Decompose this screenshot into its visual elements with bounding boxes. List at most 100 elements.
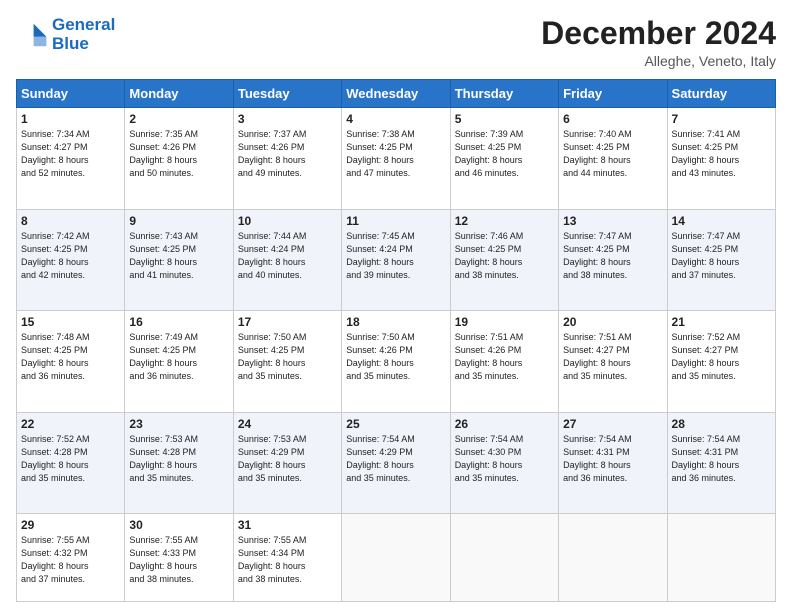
calendar-cell: 1Sunrise: 7:34 AMSunset: 4:27 PMDaylight… [17, 108, 125, 209]
cell-info: Sunrise: 7:54 AMSunset: 4:30 PMDaylight:… [455, 433, 554, 485]
calendar-cell: 15Sunrise: 7:48 AMSunset: 4:25 PMDayligh… [17, 311, 125, 412]
cell-info: Sunrise: 7:38 AMSunset: 4:25 PMDaylight:… [346, 128, 445, 180]
cell-info: Sunrise: 7:42 AMSunset: 4:25 PMDaylight:… [21, 230, 120, 282]
day-number: 19 [455, 315, 554, 329]
cell-info: Sunrise: 7:53 AMSunset: 4:29 PMDaylight:… [238, 433, 337, 485]
day-number: 6 [563, 112, 662, 126]
calendar-cell: 24Sunrise: 7:53 AMSunset: 4:29 PMDayligh… [233, 412, 341, 513]
header: General Blue December 2024 Alleghe, Vene… [16, 16, 776, 69]
calendar-cell: 22 Sunrise: 7:52 AMSunset: 4:28 PMDayligh… [17, 412, 125, 513]
cell-info: Sunrise: 7:54 AMSunset: 4:29 PMDaylight:… [346, 433, 445, 485]
cell-info: Sunrise: 7:40 AMSunset: 4:25 PMDaylight:… [563, 128, 662, 180]
cell-info: Sunrise: 7:41 AMSunset: 4:25 PMDaylight:… [672, 128, 771, 180]
logo-general: General [52, 15, 115, 34]
calendar-cell: 20 Sunrise: 7:51 AMSunset: 4:27 PMDayligh… [559, 311, 667, 412]
day-number: 31 [238, 518, 337, 532]
day-number: 17 [238, 315, 337, 329]
day-number: 15 [21, 315, 120, 329]
cell-info: Sunrise: 7:50 AMSunset: 4:26 PMDaylight:… [346, 331, 445, 383]
calendar-cell: 27 Sunrise: 7:54 AMSunset: 4:31 PMDayligh… [559, 412, 667, 513]
calendar-table: SundayMondayTuesdayWednesdayThursdayFrid… [16, 79, 776, 602]
calendar-cell [450, 514, 558, 602]
cell-info: Sunrise: 7:52 AMSunset: 4:28 PMDaylight:… [21, 433, 120, 485]
cell-info: Sunrise: 7:54 AMSunset: 4:31 PMDaylight:… [563, 433, 662, 485]
day-header-friday: Friday [559, 80, 667, 108]
cell-info: Sunrise: 7:35 AMSunset: 4:26 PMDaylight:… [129, 128, 228, 180]
day-header-tuesday: Tuesday [233, 80, 341, 108]
location: Alleghe, Veneto, Italy [541, 53, 776, 69]
day-number: 22 [21, 417, 120, 431]
cell-info: Sunrise: 7:37 AMSunset: 4:26 PMDaylight:… [238, 128, 337, 180]
calendar-cell: 28Sunrise: 7:54 AMSunset: 4:31 PMDayligh… [667, 412, 775, 513]
cell-info: Sunrise: 7:47 AMSunset: 4:25 PMDaylight:… [563, 230, 662, 282]
calendar-cell: 7 Sunrise: 7:41 AMSunset: 4:25 PMDaylight… [667, 108, 775, 209]
calendar-cell: 5 Sunrise: 7:39 AMSunset: 4:25 PMDaylight… [450, 108, 558, 209]
day-header-sunday: Sunday [17, 80, 125, 108]
calendar-cell: 18 Sunrise: 7:50 AMSunset: 4:26 PMDayligh… [342, 311, 450, 412]
cell-info: Sunrise: 7:55 AMSunset: 4:34 PMDaylight:… [238, 534, 337, 586]
day-number: 26 [455, 417, 554, 431]
day-number: 14 [672, 214, 771, 228]
calendar-cell: 16 Sunrise: 7:49 AMSunset: 4:25 PMDayligh… [125, 311, 233, 412]
calendar-cell: 3 Sunrise: 7:37 AMSunset: 4:26 PMDaylight… [233, 108, 341, 209]
page: General Blue December 2024 Alleghe, Vene… [0, 0, 792, 612]
cell-info: Sunrise: 7:55 AMSunset: 4:33 PMDaylight:… [129, 534, 228, 586]
calendar-cell [559, 514, 667, 602]
cell-info: Sunrise: 7:53 AMSunset: 4:28 PMDaylight:… [129, 433, 228, 485]
day-number: 16 [129, 315, 228, 329]
day-number: 29 [21, 518, 120, 532]
calendar-cell: 6 Sunrise: 7:40 AMSunset: 4:25 PMDaylight… [559, 108, 667, 209]
day-number: 20 [563, 315, 662, 329]
day-number: 10 [238, 214, 337, 228]
day-number: 11 [346, 214, 445, 228]
day-number: 23 [129, 417, 228, 431]
cell-info: Sunrise: 7:52 AMSunset: 4:27 PMDaylight:… [672, 331, 771, 383]
day-number: 12 [455, 214, 554, 228]
calendar-cell: 17 Sunrise: 7:50 AMSunset: 4:25 PMDayligh… [233, 311, 341, 412]
day-number: 27 [563, 417, 662, 431]
day-header-wednesday: Wednesday [342, 80, 450, 108]
calendar-cell: 21 Sunrise: 7:52 AMSunset: 4:27 PMDayligh… [667, 311, 775, 412]
day-number: 13 [563, 214, 662, 228]
calendar-cell: 19 Sunrise: 7:51 AMSunset: 4:26 PMDayligh… [450, 311, 558, 412]
logo: General Blue [16, 16, 115, 53]
cell-info: Sunrise: 7:49 AMSunset: 4:25 PMDaylight:… [129, 331, 228, 383]
cell-info: Sunrise: 7:50 AMSunset: 4:25 PMDaylight:… [238, 331, 337, 383]
calendar-cell [342, 514, 450, 602]
day-number: 21 [672, 315, 771, 329]
cell-info: Sunrise: 7:51 AMSunset: 4:27 PMDaylight:… [563, 331, 662, 383]
day-number: 3 [238, 112, 337, 126]
day-number: 5 [455, 112, 554, 126]
calendar-cell: 12 Sunrise: 7:46 AMSunset: 4:25 PMDayligh… [450, 209, 558, 310]
month-title: December 2024 [541, 16, 776, 51]
cell-info: Sunrise: 7:45 AMSunset: 4:24 PMDaylight:… [346, 230, 445, 282]
cell-info: Sunrise: 7:43 AMSunset: 4:25 PMDaylight:… [129, 230, 228, 282]
title-block: December 2024 Alleghe, Veneto, Italy [541, 16, 776, 69]
day-number: 1 [21, 112, 120, 126]
cell-info: Sunrise: 7:51 AMSunset: 4:26 PMDaylight:… [455, 331, 554, 383]
calendar-cell: 14 Sunrise: 7:47 AMSunset: 4:25 PMDayligh… [667, 209, 775, 310]
day-number: 7 [672, 112, 771, 126]
day-header-saturday: Saturday [667, 80, 775, 108]
cell-info: Sunrise: 7:46 AMSunset: 4:25 PMDaylight:… [455, 230, 554, 282]
calendar-cell: 8 Sunrise: 7:42 AMSunset: 4:25 PMDaylight… [17, 209, 125, 310]
calendar-cell: 29 Sunrise: 7:55 AMSunset: 4:32 PMDayligh… [17, 514, 125, 602]
day-number: 18 [346, 315, 445, 329]
calendar-cell: 26 Sunrise: 7:54 AMSunset: 4:30 PMDayligh… [450, 412, 558, 513]
cell-info: Sunrise: 7:55 AMSunset: 4:32 PMDaylight:… [21, 534, 120, 586]
day-number: 9 [129, 214, 228, 228]
cell-info: Sunrise: 7:39 AMSunset: 4:25 PMDaylight:… [455, 128, 554, 180]
cell-info: Sunrise: 7:47 AMSunset: 4:25 PMDaylight:… [672, 230, 771, 282]
day-number: 2 [129, 112, 228, 126]
day-header-monday: Monday [125, 80, 233, 108]
day-number: 30 [129, 518, 228, 532]
cell-info: Sunrise: 7:54 AMSunset: 4:31 PMDaylight:… [672, 433, 771, 485]
calendar-cell: 23 Sunrise: 7:53 AMSunset: 4:28 PMDayligh… [125, 412, 233, 513]
calendar-cell: 13 Sunrise: 7:47 AMSunset: 4:25 PMDayligh… [559, 209, 667, 310]
logo-text: General Blue [52, 16, 115, 53]
cell-info: Sunrise: 7:44 AMSunset: 4:24 PMDaylight:… [238, 230, 337, 282]
day-header-thursday: Thursday [450, 80, 558, 108]
calendar-cell: 11 Sunrise: 7:45 AMSunset: 4:24 PMDayligh… [342, 209, 450, 310]
calendar-cell [667, 514, 775, 602]
day-number: 8 [21, 214, 120, 228]
